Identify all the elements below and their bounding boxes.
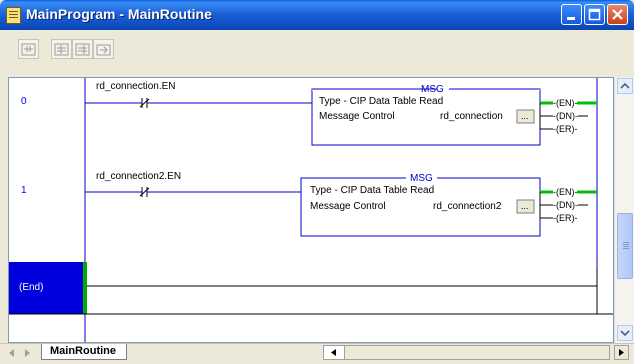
triangle-left-icon [331,349,336,356]
instruction-name: MSG [421,84,444,95]
param-label: Message Control [319,111,395,122]
tab-scroll-right-button[interactable] [21,346,33,358]
maximize-icon [588,8,601,21]
chevron-up-icon [620,82,630,89]
accept-edits-button[interactable] [72,39,93,59]
routine-document-icon [6,7,21,24]
rung-0[interactable]: 0 rd_connection.EN MSG Type - CIP Data T… [21,81,597,146]
verify-routine-icon [21,43,36,56]
minimize-icon [567,17,575,20]
online-edit-icon [54,43,69,56]
output-en-label: -(EN)- [553,98,578,108]
ladder-toolbar [0,30,634,69]
contact-tag[interactable]: rd_connection2.EN [96,171,181,182]
routine-tab-bar: MainRoutine [0,343,634,361]
triangle-right-icon [25,349,30,357]
end-rung-label: (End) [19,282,43,293]
test-edits-icon [96,44,111,56]
maximize-button[interactable] [584,4,605,25]
close-button[interactable] [607,4,628,25]
browse-button[interactable]: ... [516,109,535,124]
message-control-tag[interactable]: rd_connection [440,111,503,122]
scroll-down-button[interactable] [617,325,633,341]
instruction-name: MSG [410,173,433,184]
end-rung[interactable]: (End) [9,262,614,315]
svg-text:...: ... [521,201,529,211]
verify-routine-button[interactable] [18,39,39,59]
triangle-left-icon [9,349,14,357]
scroll-thumb[interactable] [617,213,633,279]
start-edits-button[interactable] [51,39,72,59]
output-er-label: -(ER)- [553,213,578,223]
rung-number: 0 [21,96,27,107]
window-title-bar[interactable]: MainProgram - MainRoutine [0,0,634,30]
window-title: MainProgram - MainRoutine [26,6,212,22]
scroll-up-button[interactable] [617,78,633,94]
message-control-tag[interactable]: rd_connection2 [433,201,502,212]
tab-mainroutine[interactable]: MainRoutine [41,344,127,360]
tab-scroll-left-button[interactable] [6,346,18,358]
ladder-editor[interactable]: 0 rd_connection.EN MSG Type - CIP Data T… [8,77,614,343]
test-edits-button[interactable] [93,39,114,59]
chevron-down-icon [620,330,630,337]
horizontal-scroll-track[interactable] [345,345,610,360]
rung-number: 1 [21,185,27,196]
triangle-right-icon [619,349,624,356]
minimize-button[interactable] [561,4,582,25]
msg-type: Type - CIP Data Table Read [319,96,443,107]
msg-type: Type - CIP Data Table Read [310,185,434,196]
vertical-scrollbar[interactable] [614,77,634,343]
output-dn-label: -(DN)- [553,200,578,210]
tab-label: MainRoutine [50,345,116,357]
param-label: Message Control [310,201,386,212]
hscroll-left-button[interactable] [323,345,345,360]
output-en-label: -(EN)- [553,187,578,197]
browse-button[interactable]: ... [516,199,535,214]
contact-tag[interactable]: rd_connection.EN [96,81,176,92]
hscroll-right-button[interactable] [614,345,629,360]
svg-text:...: ... [521,111,529,121]
accept-edits-icon [75,43,90,56]
output-dn-label: -(DN)- [553,111,578,121]
rung-1[interactable]: 1 rd_connection2.EN MSG Type - CIP Data … [21,171,597,237]
output-er-label: -(ER)- [553,124,578,134]
close-icon [612,9,623,20]
